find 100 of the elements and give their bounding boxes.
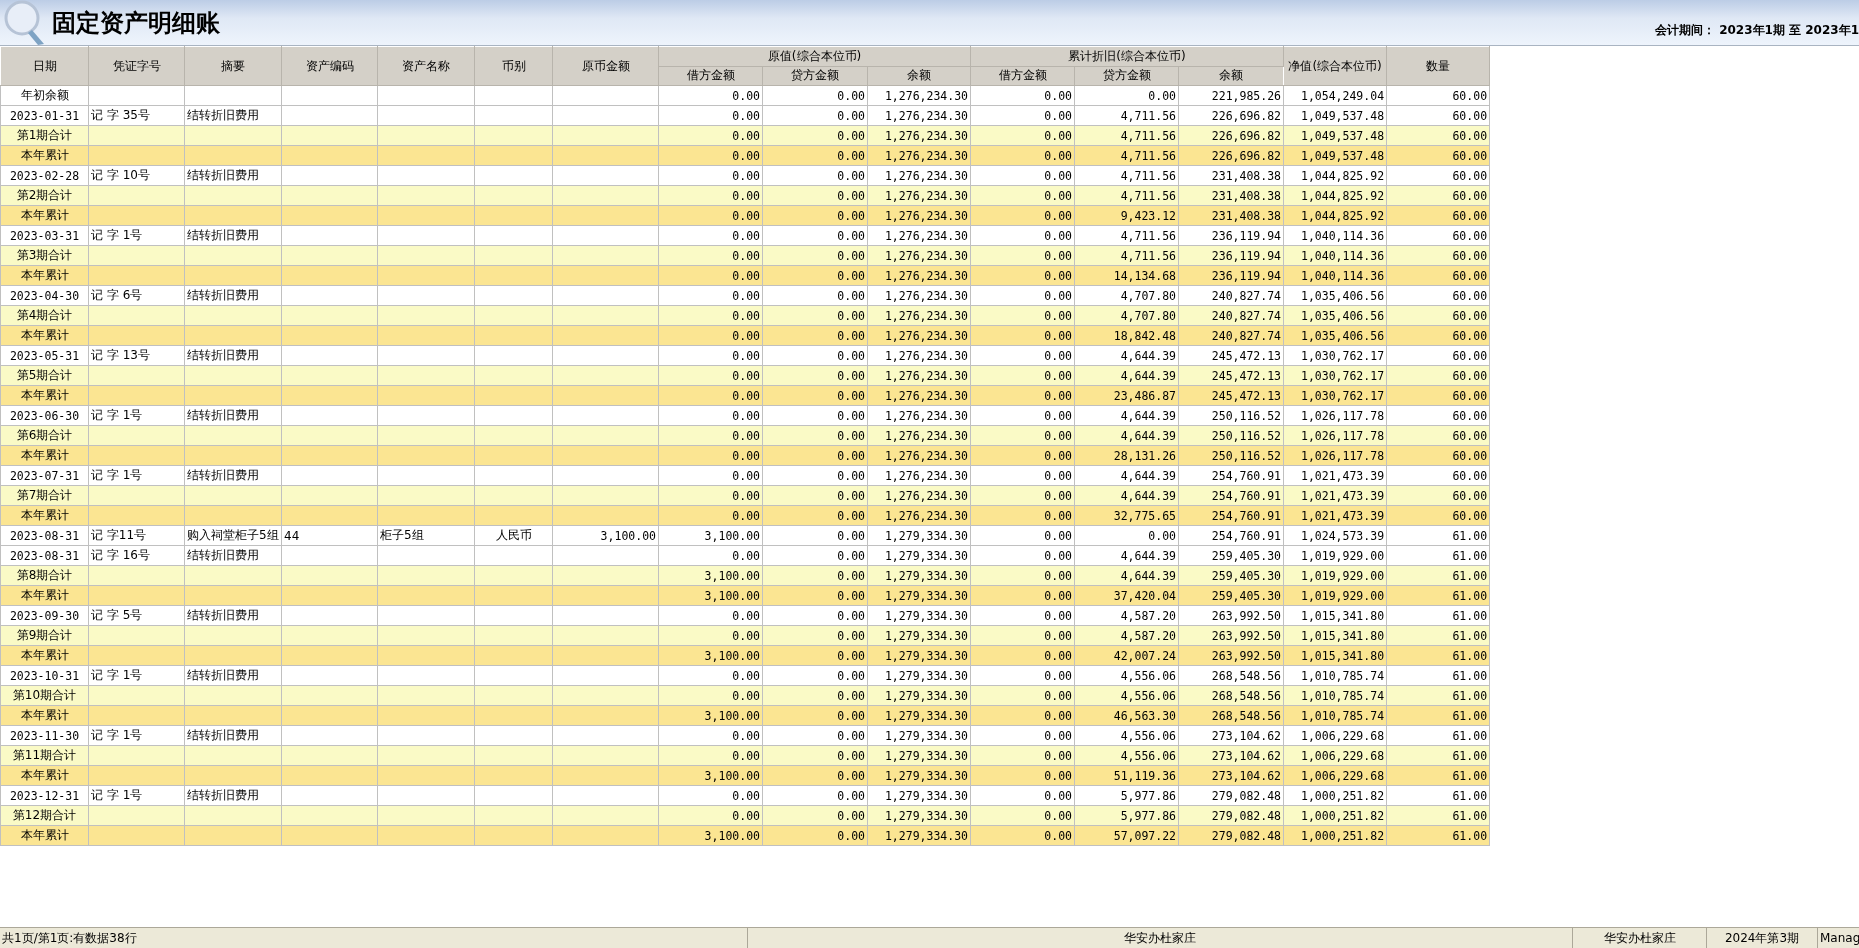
table-cell: 0.00 [837, 428, 865, 443]
table-cell: 0.00 [732, 508, 760, 523]
table-cell: 245,472.13 [1211, 348, 1282, 363]
table-cell: 结转折旧费用 [187, 728, 259, 742]
table-cell: 1,276,234.30 [884, 148, 969, 163]
table-cell: 4,644.39 [1120, 368, 1177, 383]
table-cell: 0.00 [837, 148, 865, 163]
table-cell: 1,040,114.36 [1300, 228, 1385, 243]
organization-name: 华安办杜家庄 [1603, 929, 1676, 947]
table-cell: 0.00 [732, 428, 760, 443]
table-cell: 第5期合计 [16, 368, 73, 382]
column-group-header: 原值(综合本位币) [658, 46, 971, 66]
table-cell: 第3期合计 [16, 248, 73, 262]
column-header: 凭证字号 [88, 46, 185, 86]
table-cell: 60.00 [1452, 168, 1488, 183]
table-cell: 0.00 [837, 608, 865, 623]
column-header: 币别 [474, 46, 553, 86]
table-cell: 259,405.30 [1211, 548, 1282, 563]
table-cell: 0.00 [732, 348, 760, 363]
table-cell: 0.00 [1044, 608, 1073, 623]
table-cell: 1,019,929.00 [1300, 548, 1385, 563]
table-cell: 结转折旧费用 [187, 668, 259, 682]
table-cell: 2023-02-28 [9, 168, 80, 183]
table-cell: 记 字 5号 [91, 608, 143, 622]
table-cell: 0.00 [1044, 688, 1073, 703]
table-cell: 0.00 [732, 408, 760, 423]
table-cell: 0.00 [1044, 428, 1073, 443]
table-cell: 1,276,234.30 [884, 388, 969, 403]
table-cell: 0.00 [1044, 188, 1073, 203]
table-cell: 记 字 35号 [91, 108, 150, 122]
table-cell: 0.00 [1044, 828, 1073, 843]
table-cell: 0.00 [1044, 588, 1073, 603]
table-cell: 254,760.91 [1211, 508, 1282, 523]
table-cell: 0.00 [837, 208, 865, 223]
table-cell: 4,587.20 [1120, 608, 1177, 623]
table-cell: 0.00 [1044, 568, 1073, 583]
table-cell: 60.00 [1452, 288, 1488, 303]
table-cell: 第9期合计 [16, 628, 73, 642]
table-cell: 0.00 [1044, 748, 1073, 763]
table-cell: 1,279,334.30 [884, 708, 969, 723]
table-cell: 5,977.86 [1120, 808, 1177, 823]
table-cell: 0.00 [1044, 468, 1073, 483]
table-cell: 1,015,341.80 [1300, 648, 1385, 663]
table-cell: 0.00 [1044, 528, 1073, 543]
table-cell: 本年累计 [20, 388, 69, 402]
table-cell: 236,119.94 [1211, 268, 1282, 283]
table-cell: 0.00 [1044, 168, 1073, 183]
table-cell: 268,548.56 [1211, 708, 1282, 723]
table-cell: 279,082.48 [1211, 788, 1282, 803]
table-cell: 60.00 [1452, 208, 1488, 223]
table-cell: 1,000,251.82 [1300, 808, 1385, 823]
table-cell: 1,006,229.68 [1300, 768, 1385, 783]
table-cell: 3,100.00 [704, 588, 760, 603]
table-cell: 18,842.48 [1113, 328, 1177, 343]
table-cell: 4,644.39 [1120, 468, 1177, 483]
table-cell: 259,405.30 [1211, 568, 1282, 583]
table-cell: 0.00 [837, 108, 865, 123]
table-cell: 226,696.82 [1211, 128, 1282, 143]
table-cell: 51,119.36 [1113, 768, 1177, 783]
table-cell: 1,044,825.92 [1300, 208, 1385, 223]
table-cell: 0.00 [1044, 488, 1073, 503]
table-cell: 0.00 [837, 408, 865, 423]
table-cell: 结转折旧费用 [187, 228, 259, 242]
table-cell: 0.00 [1044, 328, 1073, 343]
table-cell: 1,279,334.30 [884, 748, 969, 763]
table-cell: 0.00 [1044, 368, 1073, 383]
table-cell: 1,035,406.56 [1300, 288, 1385, 303]
table-cell: 4,711.56 [1120, 188, 1177, 203]
table-cell: 1,049,537.48 [1300, 148, 1385, 163]
table-cell: 60.00 [1452, 348, 1488, 363]
table-cell: 1,279,334.30 [884, 788, 969, 803]
table-cell: 1,049,537.48 [1300, 108, 1385, 123]
table-cell: 273,104.62 [1211, 748, 1282, 763]
table-cell: 1,279,334.30 [884, 828, 969, 843]
table-cell: 4,711.56 [1120, 128, 1177, 143]
table-cell: 2023-09-30 [9, 608, 80, 623]
organization-name: 华安办杜家庄 [1124, 929, 1196, 947]
table-cell: 结转折旧费用 [187, 608, 259, 622]
table-cell: 2023-08-31 [9, 528, 80, 543]
column-header: 日期 [0, 46, 89, 86]
table-cell: 本年累计 [20, 708, 69, 722]
table-cell: 1,276,234.30 [884, 88, 969, 103]
table-cell: 1,015,341.80 [1300, 628, 1385, 643]
table-cell: 0.00 [732, 668, 760, 683]
table-cell: 第8期合计 [16, 568, 73, 582]
table-cell: 0.00 [732, 188, 760, 203]
table-cell: 0.00 [837, 508, 865, 523]
table-cell: 1,276,234.30 [884, 468, 969, 483]
table-cell: 结转折旧费用 [187, 108, 259, 122]
table-cell: 1,026,117.78 [1300, 428, 1385, 443]
table-cell: 本年累计 [20, 828, 69, 842]
table-cell: 记 字11号 [91, 528, 147, 542]
table-cell: 0.00 [1044, 648, 1073, 663]
table-cell: 60.00 [1452, 388, 1488, 403]
page-info: 共1页/第1页:有数据38行 [2, 929, 137, 947]
table-cell: 0.00 [1044, 628, 1073, 643]
table-cell: 28,131.26 [1113, 448, 1177, 463]
table-cell: 0.00 [837, 448, 865, 463]
table-cell: 1,049,537.48 [1300, 128, 1385, 143]
table-cell: 1,276,234.30 [884, 188, 969, 203]
